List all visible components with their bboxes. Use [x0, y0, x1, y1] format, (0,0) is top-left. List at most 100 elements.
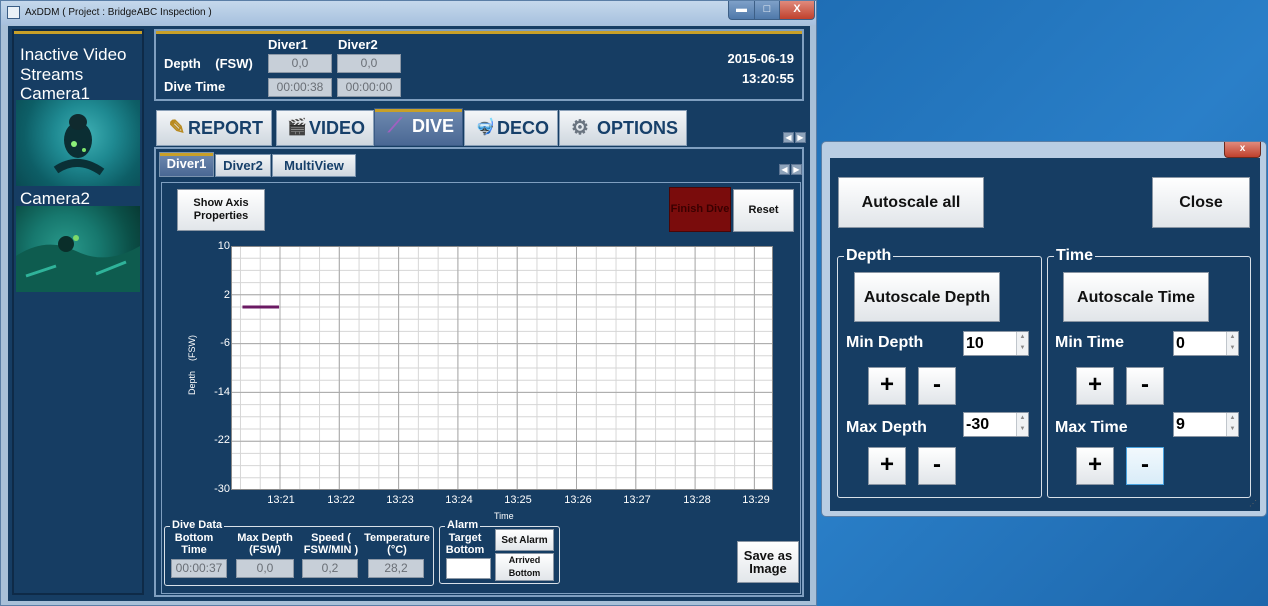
maximize-button[interactable]: □ [754, 1, 780, 20]
close-button[interactable]: X [779, 1, 815, 20]
time-group-title: Time [1054, 247, 1096, 265]
set-alarm-button[interactable]: Set Alarm [495, 529, 554, 551]
bottom-time-label: Bottom Time [174, 532, 214, 556]
spin-arrows-icon[interactable]: ▲ ▼ [1226, 332, 1238, 355]
max-depth-value: -30 [966, 416, 990, 433]
autoscale-depth-button[interactable]: Autoscale Depth [854, 272, 1000, 322]
subtab-diver2[interactable]: Diver2 [215, 154, 271, 177]
temperature-label: Temperature (°C) [364, 532, 430, 556]
diver-icon: 🤿 [475, 119, 495, 136]
x-tick-label: 13:23 [386, 494, 414, 506]
spin-arrows-icon[interactable]: ▲ ▼ [1226, 413, 1238, 436]
max-depth-minus-button[interactable]: - [918, 447, 956, 485]
show-axis-properties-button[interactable]: Show Axis Properties [177, 189, 265, 231]
y-tick-label: -30 [214, 483, 230, 495]
x-tick-label: 13:27 [623, 494, 651, 506]
subtab-multiview[interactable]: MultiView [272, 154, 356, 177]
spin-arrows-icon[interactable]: ▲ ▼ [1016, 413, 1028, 436]
pencil-icon: ✎ [168, 117, 186, 139]
spin-arrows-icon[interactable]: ▲ ▼ [1016, 332, 1028, 355]
current-time: 13:20:55 [741, 71, 794, 86]
min-time-input[interactable]: 0 ▲ ▼ [1173, 331, 1239, 356]
autoscale-time-button[interactable]: Autoscale Time [1063, 272, 1209, 322]
min-depth-minus-button[interactable]: - [918, 367, 956, 405]
min-depth-plus-button[interactable]: + [868, 367, 906, 405]
diver1-column-header: Diver1 [268, 37, 308, 52]
dialog-close-button[interactable]: Close [1152, 177, 1250, 228]
gear-icon: ⚙ [571, 117, 589, 139]
y-axis-label: Depth (FSW) [187, 334, 198, 396]
min-depth-input[interactable]: 10 ▲ ▼ [963, 331, 1029, 356]
sub-scroll-left-icon[interactable]: ◀ [779, 164, 790, 175]
clapperboard-icon: 🎬 [287, 119, 307, 136]
camera1-preview[interactable] [16, 100, 140, 186]
min-time-value: 0 [1176, 335, 1185, 352]
speed-value: 0,2 [302, 559, 358, 578]
tab-deco[interactable]: 🤿 DECO [464, 110, 558, 146]
autoscale-all-button[interactable]: Autoscale all [838, 177, 984, 228]
diver2-time-value: 00:00:00 [337, 78, 401, 97]
scroll-right-icon[interactable]: ▶ [795, 132, 806, 143]
min-time-plus-button[interactable]: + [1076, 367, 1114, 405]
reset-button[interactable]: Reset [733, 189, 794, 232]
chart-line-icon: ⟋ [388, 115, 402, 137]
y-tick-label: 2 [223, 289, 230, 301]
max-time-plus-button[interactable]: + [1076, 447, 1114, 485]
target-bottom-label: Target Bottom [445, 532, 485, 556]
tab-dive[interactable]: ⟋ DIVE [374, 108, 463, 146]
finish-dive-button[interactable]: Finish Dive [669, 187, 731, 232]
tab-deco-label: DECO [496, 118, 549, 138]
minimize-button[interactable]: ▬ [728, 1, 755, 20]
video-streams-panel: Inactive Video Streams Camera1 Camera2 [12, 29, 144, 595]
inactive-streams-heading-2: Streams [20, 65, 84, 84]
diver1-depth-value: 0,0 [268, 54, 332, 73]
speed-label: Speed ( FSW/MIN ) [303, 532, 359, 556]
tab-dive-label: DIVE [411, 116, 454, 136]
panel-accent [14, 31, 142, 34]
inactive-streams-heading: Inactive Video [20, 45, 127, 64]
y-tick-label: 10 [217, 240, 230, 252]
x-axis-label: Time [494, 511, 514, 521]
max-depth-label: Max Depth (FSW) [237, 532, 293, 556]
max-depth-input[interactable]: -30 ▲ ▼ [963, 412, 1029, 437]
resize-grip-icon[interactable]: ⋰ [1249, 499, 1257, 508]
dive-data-title: Dive Data [170, 519, 225, 531]
bottom-time-value: 00:00:37 [171, 559, 227, 578]
max-time-label: Max Time [1055, 419, 1128, 436]
subtab-diver1[interactable]: Diver1 [159, 152, 214, 177]
min-time-minus-button[interactable]: - [1126, 367, 1164, 405]
save-as-image-button[interactable]: Save as Image [737, 541, 799, 583]
sub-scroll-right-icon[interactable]: ▶ [791, 164, 802, 175]
y-tick-label: -14 [214, 386, 230, 398]
max-depth-plus-button[interactable]: + [868, 447, 906, 485]
depth-chart[interactable] [231, 246, 773, 490]
arrived-bottom-button[interactable]: Arrived Bottom [495, 553, 554, 581]
main-tab-scroll[interactable]: ◀ ▶ [782, 132, 806, 143]
scroll-left-icon[interactable]: ◀ [783, 132, 794, 143]
temperature-value: 28,2 [368, 559, 424, 578]
diver-status-header: Diver1 Diver2 Depth (FSW) Dive Time 0,0 … [154, 29, 804, 101]
camera2-preview[interactable] [16, 206, 140, 292]
tab-video-label: VIDEO [308, 118, 365, 138]
axis-properties-dialog: x Autoscale all Close Depth Autoscale De… [821, 141, 1267, 517]
subtab-scroll[interactable]: ◀ ▶ [778, 164, 802, 175]
tab-report[interactable]: ✎ REPORT [156, 110, 272, 146]
target-bottom-input[interactable] [446, 558, 491, 579]
min-time-label: Min Time [1055, 334, 1125, 351]
current-date: 2015-06-19 [727, 51, 795, 66]
max-time-minus-button[interactable]: - [1126, 447, 1164, 485]
y-tick-label: -22 [214, 434, 230, 446]
tab-options[interactable]: ⚙ OPTIONS [559, 110, 687, 146]
tab-options-label: OPTIONS [596, 118, 678, 138]
diver2-depth-value: 0,0 [337, 54, 401, 73]
dive-time-label: Dive Time [164, 79, 226, 94]
x-tick-label: 13:24 [445, 494, 473, 506]
max-time-input[interactable]: 9 ▲ ▼ [1173, 412, 1239, 437]
y-tick-label: -6 [220, 337, 230, 349]
max-time-value: 9 [1176, 416, 1185, 433]
dialog-close-icon[interactable]: x [1224, 142, 1261, 158]
tab-video[interactable]: 🎬 VIDEO [276, 110, 374, 146]
title-bar[interactable]: AxDDM ( Project : BridgeABC Inspection )… [1, 1, 816, 25]
header-accent [156, 31, 802, 34]
x-tick-label: 13:26 [564, 494, 592, 506]
